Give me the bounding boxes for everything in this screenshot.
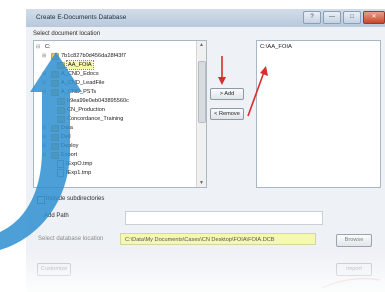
folder-icon (57, 106, 65, 114)
tree-item[interactable]: b9ea99e0eb043895560c (48, 97, 129, 105)
db-location-field[interactable]: C:\Data\My Documents\Cases\CN Desktop\FO… (120, 233, 316, 245)
tree-item[interactable]: ⊞ A_CND_Edocs (42, 70, 99, 78)
close-button[interactable]: ✕ (363, 11, 385, 24)
expand-toggle-icon[interactable]: ⊞ (42, 124, 49, 132)
selected-documents-list[interactable]: C:\AA_FOIA (256, 40, 381, 188)
folder-icon (57, 61, 65, 69)
expand-toggle-icon[interactable]: ⊞ (42, 79, 49, 87)
tree-item-label: A_CND_PSTs (61, 89, 97, 95)
customize-button[interactable]: Customize (37, 263, 71, 276)
tree-item-label: C: (45, 44, 51, 50)
expand-toggle-icon[interactable]: ⊞ (42, 151, 49, 159)
remove-button[interactable]: < Remove (210, 108, 244, 120)
folder-icon (51, 79, 59, 87)
tree-item-label: A_CND_LeadFile (61, 80, 105, 86)
folder-icon (57, 97, 65, 105)
tree-item[interactable]: Concordance_Training (48, 115, 123, 123)
tree-item-label: Concordance_Training (67, 116, 124, 122)
scroll-thumb[interactable] (198, 61, 206, 123)
tree-item[interactable]: AA_FOIA (48, 60, 94, 70)
help-button[interactable]: ? (303, 11, 321, 24)
file-icon (57, 169, 64, 177)
folder-icon (51, 133, 59, 141)
db-location-label: Select database location (38, 236, 104, 242)
tree-item[interactable]: ⊞ Export (42, 151, 77, 159)
tree-item-label: Export (61, 152, 78, 158)
tree-item[interactable]: ⊞ Data (42, 124, 73, 132)
folder-icon (51, 52, 59, 60)
expand-toggle-icon[interactable]: ⊞ (42, 142, 49, 150)
tree-item-label: IExpO.tmp (66, 161, 93, 167)
scroll-up-icon[interactable]: ▲ (197, 41, 206, 49)
tree-item-label: CN_Production (67, 107, 105, 113)
tree-item[interactable]: ⊞ Dell (42, 133, 71, 141)
folder-icon (51, 70, 59, 78)
folder-icon (51, 142, 59, 150)
tree-item-label: A_CND_Edocs (61, 71, 99, 77)
folder-tree[interactable]: ⊟ C: ⊞ 7b1c827b0d456da28f43f7 AA_FOIA ⊞ A_CND_… (33, 40, 207, 188)
tree-item-label: Deploy (61, 143, 79, 149)
tree-item-label: b9ea99e0eb043895560c (67, 98, 129, 104)
list-item[interactable]: C:\AA_FOIA (260, 44, 292, 50)
tree-item-label: Data (61, 125, 73, 131)
select-location-label: Select document location (33, 31, 101, 37)
include-subdirectories-label: Include subdirectories (46, 196, 105, 202)
tree-item-label: AA_FOIA (66, 60, 94, 70)
tree-item-label: Dell (61, 134, 71, 140)
expand-toggle-icon[interactable]: ⊟ (36, 43, 43, 51)
folder-icon (51, 88, 59, 96)
add-button[interactable]: > Add (210, 88, 244, 100)
tree-item[interactable]: IExpO.tmp (48, 160, 92, 168)
expand-toggle-icon[interactable]: ⊞ (42, 70, 49, 78)
tree-item-label: 7b1c827b0d456da28f43f7 (61, 53, 127, 59)
include-subdirectories-checkbox[interactable] (37, 196, 45, 204)
maximize-button[interactable]: □ (343, 11, 361, 24)
add-path-label: Add Path (44, 213, 69, 219)
folder-icon (57, 115, 65, 123)
tree-item[interactable]: ⊟ C: (36, 43, 51, 51)
expand-toggle-icon[interactable]: ⊞ (42, 52, 49, 60)
import-button[interactable]: Import (336, 263, 372, 276)
expand-toggle-icon[interactable]: ⊞ (42, 133, 49, 141)
tree-item[interactable]: IExp1.tmp (48, 169, 91, 177)
file-icon (57, 160, 64, 168)
tree-item[interactable]: ⊞ Deploy (42, 142, 78, 150)
folder-icon (51, 124, 59, 132)
browse-button[interactable]: Browse (336, 234, 372, 247)
tree-item[interactable]: ⊞ A_CND_PSTs (42, 88, 96, 96)
tree-item[interactable]: ⊞ A_CND_LeadFile (42, 79, 105, 87)
scroll-down-icon[interactable]: ▼ (197, 179, 206, 187)
window-controls: ? — □ ✕ (303, 11, 385, 24)
expand-toggle-icon[interactable]: ⊞ (42, 88, 49, 96)
title-bar: Create E-Documents Database ? — □ ✕ (26, 9, 385, 28)
tree-item[interactable]: CN_Production (48, 106, 105, 114)
folder-icon (51, 151, 59, 159)
tree-scrollbar[interactable]: ▲ ▼ (196, 41, 206, 187)
minimize-button[interactable]: — (323, 11, 341, 24)
tree-item-label: IExp1.tmp (66, 170, 92, 176)
tree-item[interactable]: ⊞ 7b1c827b0d456da28f43f7 (42, 52, 126, 60)
window-title: Create E-Documents Database (36, 14, 127, 21)
add-path-input[interactable] (125, 211, 323, 225)
